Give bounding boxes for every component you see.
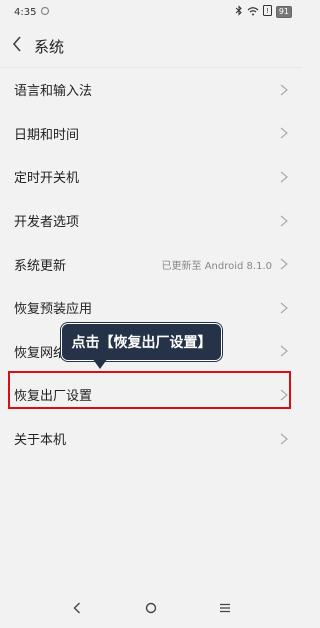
chevron-right-icon	[280, 258, 288, 270]
wifi-icon	[247, 6, 259, 19]
settings-item-label: 关于本机	[14, 433, 67, 449]
settings-item-factory-reset[interactable]: 恢复出厂设置	[0, 373, 302, 417]
chevron-right-icon	[280, 433, 288, 445]
sim-icon: !	[262, 5, 272, 19]
title-bar: 系统	[0, 24, 302, 68]
settings-item-label: 定时开关机	[14, 171, 80, 187]
back-button[interactable]	[0, 24, 34, 68]
settings-item-label: 开发者选项	[14, 215, 80, 231]
page-title: 系统	[34, 37, 65, 56]
settings-item-label: 恢复出厂设置	[14, 389, 93, 405]
update-status-text: 已更新至 Android 8.1.0	[161, 260, 272, 272]
settings-item-label: 日期和时间	[14, 127, 80, 143]
bluetooth-icon	[235, 5, 243, 19]
settings-item-date-time[interactable]: 日期和时间	[0, 112, 302, 156]
settings-item-label: 系统更新	[14, 258, 67, 274]
settings-item-developer-options[interactable]: 开发者选项	[0, 199, 302, 243]
chevron-right-icon	[280, 215, 288, 227]
chevron-right-icon	[280, 302, 288, 314]
navigation-bar	[0, 588, 302, 628]
status-bar: 4:35 ! 91	[0, 0, 302, 24]
settings-item-language[interactable]: 语言和输入法	[0, 68, 302, 112]
chevron-right-icon	[280, 345, 288, 357]
settings-item-about-phone[interactable]: 关于本机	[0, 417, 302, 461]
callout-pointer	[92, 358, 108, 369]
svg-text:!: !	[266, 7, 269, 15]
settings-list: 语言和输入法 日期和时间 定时开关机 开发者选项 系统更新 已更新至 Andro…	[0, 68, 302, 460]
nav-home-button[interactable]	[136, 593, 166, 623]
menu-icon	[220, 603, 230, 613]
settings-item-label: 语言和输入法	[14, 84, 93, 100]
chevron-right-icon	[280, 171, 288, 183]
callout-text: 点击【恢复出厂设置】	[71, 335, 212, 351]
chevron-left-icon	[12, 36, 22, 56]
notification-icon	[40, 6, 50, 19]
chevron-right-icon	[280, 84, 288, 96]
instruction-callout: 点击【恢复出厂设置】	[61, 323, 222, 361]
nav-menu-button[interactable]	[210, 593, 240, 623]
back-icon	[73, 602, 80, 614]
nav-back-button[interactable]	[62, 593, 92, 623]
settings-item-scheduled-power[interactable]: 定时开关机	[0, 155, 302, 199]
chevron-right-icon	[280, 389, 288, 401]
chevron-right-icon	[280, 127, 288, 139]
settings-item-system-update[interactable]: 系统更新 已更新至 Android 8.1.0	[0, 242, 302, 286]
settings-item-label: 恢复预装应用	[14, 302, 93, 318]
battery-icon: 91	[275, 6, 292, 18]
status-time: 4:35	[14, 6, 37, 18]
home-icon	[145, 602, 157, 614]
